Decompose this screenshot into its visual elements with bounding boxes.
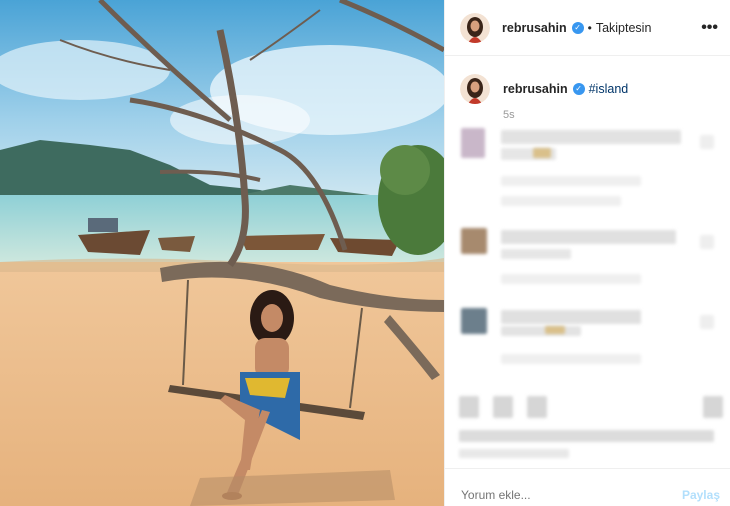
post-time-ago: 5s xyxy=(503,109,515,121)
beach-swing-photo xyxy=(0,0,444,506)
blurred-text xyxy=(501,196,621,206)
blurred-text xyxy=(533,148,551,158)
caption-hashtag[interactable]: #island xyxy=(589,82,629,96)
blurred-avatar xyxy=(461,228,487,254)
blurred-text xyxy=(501,354,641,364)
caption-verified-badge-icon: ✓ xyxy=(572,83,585,95)
post-photo[interactable] xyxy=(0,0,444,506)
divider xyxy=(445,468,730,469)
blurred-text xyxy=(501,230,676,244)
caption-author-avatar[interactable] xyxy=(460,74,490,104)
verified-badge-icon: ✓ xyxy=(571,21,584,34)
caption-row: rebrusahin ✓ #island xyxy=(460,74,628,104)
share-comment-button[interactable]: Paylaş xyxy=(682,488,720,502)
separator-dot: • xyxy=(587,20,592,35)
blurred-icon xyxy=(700,315,714,329)
blurred-icon xyxy=(700,235,714,249)
blurred-text xyxy=(501,326,581,336)
post-header: rebrusahin ✓ • Takiptesin ••• xyxy=(445,0,730,56)
blurred-avatar xyxy=(461,308,487,334)
blurred-date xyxy=(459,449,569,458)
save-icon[interactable] xyxy=(703,396,723,418)
caption-username[interactable]: rebrusahin xyxy=(503,82,568,96)
blurred-text xyxy=(501,130,681,144)
blurred-text xyxy=(501,310,641,324)
blurred-text xyxy=(501,249,571,259)
post-details-panel: rebrusahin ✓ • Takiptesin ••• rebrusahin… xyxy=(444,0,730,506)
author-username[interactable]: rebrusahin xyxy=(502,21,567,35)
like-icon[interactable] xyxy=(459,396,479,418)
blurred-text xyxy=(501,274,641,284)
share-icon[interactable] xyxy=(527,396,547,418)
blurred-likes xyxy=(459,430,714,442)
blurred-text xyxy=(545,326,565,334)
blurred-text xyxy=(501,176,641,186)
comment-icon[interactable] xyxy=(493,396,513,418)
author-avatar[interactable] xyxy=(460,12,490,43)
blurred-icon xyxy=(700,135,714,149)
blurred-avatar xyxy=(461,128,485,158)
more-horizontal-icon[interactable]: ••• xyxy=(701,19,718,37)
comment-input[interactable] xyxy=(459,487,663,503)
follow-status[interactable]: Takiptesin xyxy=(596,21,652,35)
